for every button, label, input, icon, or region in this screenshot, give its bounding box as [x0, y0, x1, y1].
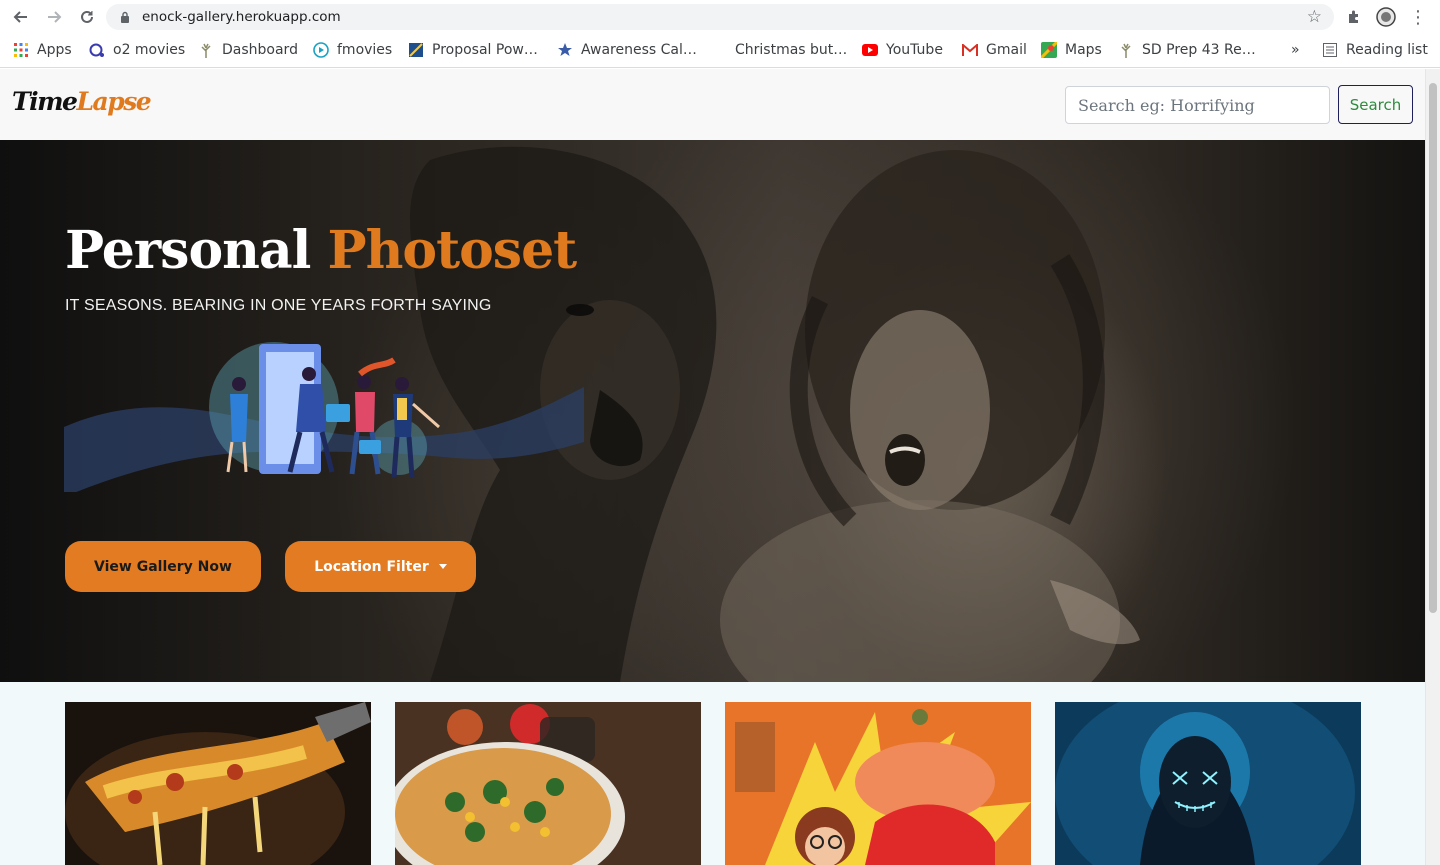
play-circle-icon	[313, 42, 329, 58]
gallery-thumbnail-comic-scene[interactable]	[725, 702, 1031, 865]
gallery-thumbnail-pizza-slice[interactable]	[65, 702, 371, 865]
logo-part2: Lapse	[76, 87, 151, 116]
profile-avatar-icon[interactable]	[1376, 6, 1396, 28]
bookmark-label: Apps	[37, 42, 72, 58]
search-button[interactable]: Search	[1338, 85, 1413, 124]
bookmark-apps[interactable]: Apps	[13, 40, 72, 60]
gallery-thumbnail-neon-mask[interactable]	[1055, 702, 1361, 865]
bookmark-maps[interactable]: Maps	[1041, 40, 1102, 60]
forward-arrow-icon[interactable]	[42, 5, 66, 29]
bookmark-label: Proposal Pow…	[432, 42, 538, 58]
hero-subtitle: IT SEASONS. BEARING IN ONE YEARS FORTH S…	[65, 297, 492, 314]
reading-list-icon	[1322, 42, 1338, 58]
view-gallery-button[interactable]: View Gallery Now	[65, 541, 261, 592]
bookmark-sdprep[interactable]: SD Prep 43 Re…	[1118, 40, 1256, 60]
reading-list-label: Reading list	[1346, 42, 1428, 58]
youtube-icon	[862, 42, 878, 58]
bookmark-dashboard[interactable]: Dashboard	[198, 40, 298, 60]
bookmark-label: Christmas but…	[735, 42, 848, 58]
scrollbar-thumb[interactable]	[1429, 83, 1437, 613]
overflow-chevron-icon: »	[1291, 42, 1300, 58]
page-scrollbar[interactable]	[1425, 69, 1440, 865]
bookmark-label: SD Prep 43 Re…	[1142, 42, 1256, 58]
caret-down-icon	[438, 564, 447, 569]
bookmark-label: fmovies	[337, 42, 393, 58]
proposal-icon	[408, 42, 424, 58]
hero-title: Personal Photoset	[65, 220, 578, 281]
browser-toolbar: enock-gallery.herokuapp.com ☆ ⋮	[0, 0, 1440, 34]
bookmarks-overflow-button[interactable]: »	[1291, 40, 1300, 60]
bookmark-o2movies[interactable]: o2 movies	[89, 40, 185, 60]
url-text: enock-gallery.herokuapp.com	[142, 9, 341, 25]
lock-icon	[121, 11, 129, 23]
gmail-icon	[962, 42, 978, 58]
location-filter-dropdown[interactable]: Location Filter	[285, 541, 476, 592]
bookmark-proposal[interactable]: Proposal Pow…	[408, 40, 538, 60]
reading-list-button[interactable]: Reading list	[1322, 40, 1428, 60]
o2-icon	[89, 42, 105, 58]
bookmark-star-icon[interactable]: ☆	[1307, 7, 1322, 27]
gallery-grid	[0, 682, 1425, 865]
vegetable-pizza-photo	[395, 702, 701, 865]
bookmark-awareness[interactable]: Awareness Cal…	[557, 40, 697, 60]
location-filter-label: Location Filter	[314, 558, 429, 575]
site-navbar: TimeLapse Search	[0, 69, 1425, 140]
tree-icon	[1118, 42, 1134, 58]
bookmark-label: YouTube	[886, 42, 943, 58]
back-arrow-icon[interactable]	[9, 5, 33, 29]
bookmark-label: Gmail	[986, 42, 1027, 58]
hero-title-part2: Photoset	[327, 220, 578, 281]
pizza-slice-photo	[65, 702, 371, 865]
neon-mask-photo	[1055, 702, 1361, 865]
gallery-thumbnail-vegetable-pizza[interactable]	[395, 702, 701, 865]
team-illustration	[64, 342, 584, 492]
logo-part1: Time	[12, 87, 78, 116]
bookmark-label: o2 movies	[113, 42, 186, 58]
comic-scene-photo	[725, 702, 1031, 865]
browser-chrome: enock-gallery.herokuapp.com ☆ ⋮ Apps o2 …	[0, 0, 1440, 68]
search-input[interactable]	[1065, 86, 1330, 124]
blank-page-icon	[711, 42, 727, 58]
reload-icon[interactable]	[75, 5, 99, 29]
address-bar[interactable]: enock-gallery.herokuapp.com ☆	[106, 4, 1334, 30]
bookmark-fmovies[interactable]: fmovies	[313, 40, 392, 60]
bookmark-label: Awareness Cal…	[581, 42, 697, 58]
hero-title-part1: Personal	[65, 220, 311, 281]
bookmark-christmas[interactable]: Christmas but…	[711, 40, 847, 60]
hero-banner: Personal Photoset IT SEASONS. BEARING IN…	[0, 140, 1425, 682]
browser-menu-icon[interactable]: ⋮	[1409, 6, 1427, 28]
star-icon	[557, 42, 573, 58]
bookmark-label: Maps	[1065, 42, 1102, 58]
bookmark-label: Dashboard	[222, 42, 298, 58]
apps-grid-icon	[13, 42, 29, 58]
tree-icon	[198, 42, 214, 58]
bookmark-youtube[interactable]: YouTube	[862, 40, 943, 60]
extensions-puzzle-icon[interactable]	[1344, 6, 1364, 28]
bookmark-gmail[interactable]: Gmail	[962, 40, 1027, 60]
bookmarks-bar: Apps o2 movies Dashboard fmovies Proposa…	[0, 36, 1440, 64]
maps-icon	[1041, 42, 1057, 58]
timelapse-logo[interactable]: TimeLapse	[12, 87, 152, 116]
